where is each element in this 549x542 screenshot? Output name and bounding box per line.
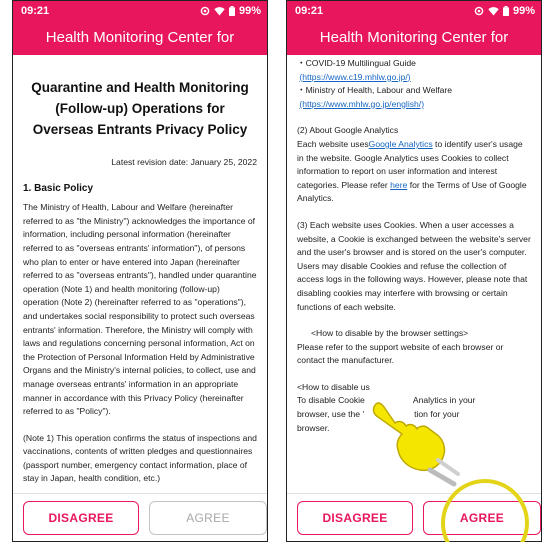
ga-disable-text: browser. [297,422,330,433]
app-bar-title: Health Monitoring Center for [13,21,267,55]
guide-item: ・COVID-19 Multilingual Guide [297,58,416,68]
battery-level: 99% [238,5,261,17]
status-bar: 09:21 99% [287,1,541,21]
ga-disable-text: browser, use the ' tion for your [297,409,460,420]
ga-heading: (2) About Google Analytics [297,125,399,136]
battery-icon [502,6,509,16]
mhlw-item: ・Ministry of Health, Labour and Welfare [297,85,453,96]
app-bar-title: Health Monitoring Center for [287,21,541,55]
status-time: 09:21 [295,5,324,17]
wifi-icon [488,7,499,16]
agree-button-disabled[interactable]: AGREE [149,501,267,535]
status-icons: 99% [200,1,261,21]
note-1-paragraph: (Note 1) This operation confirms the sta… [23,432,257,484]
browser-settings-heading: <How to disable by the browser settings> [311,328,469,339]
button-divider [13,493,267,494]
policy-content[interactable]: Quarantine and Health Monitoring (Follow… [13,55,267,491]
revision-date: Latest revision date: January 25, 2022 [111,157,257,167]
status-bar: 09:21 99% [13,1,267,21]
wifi-icon [214,7,225,16]
phone-screen-right: 09:21 99% Health Monitoring Center for ・… [286,0,542,542]
battery-icon [228,6,235,16]
button-divider [287,493,541,494]
status-time: 09:21 [21,5,50,17]
ga-disable-heading: <How to disable us [297,381,370,392]
mhlw-link[interactable]: (https://www.mhlw.go.jp/english/) [299,99,424,109]
agree-button[interactable]: AGREE [423,501,541,535]
policy-content[interactable]: ・COVID-19 Multilingual Guide (https://ww… [287,55,541,491]
disagree-button[interactable]: DISAGREE [297,501,413,535]
google-analytics-link[interactable]: Google Analytics [369,139,433,149]
basic-policy-paragraph: The Ministry of Health, Labour and Welfa… [23,202,257,417]
guide-link[interactable]: (https://www.c19.mhlw.go.jp/) [299,72,410,82]
disagree-button[interactable]: DISAGREE [23,501,139,535]
signal-icon [200,6,210,16]
ga-paragraph: Each website usesGoogle Analytics to ide… [297,138,531,206]
here-link[interactable]: here [390,180,407,190]
battery-level: 99% [512,5,535,17]
browser-settings-text: Please refer to the support website of e… [297,341,504,366]
policy-title: Quarantine and Health Monitoring (Follow… [31,80,249,137]
phone-screen-left: 09:21 99% Health Monitoring Center for Q… [12,0,268,542]
signal-icon [474,6,484,16]
section-heading-basic-policy: 1. Basic Policy [23,182,94,194]
cookies-paragraph: (3) Each website uses Cookies. When a us… [297,219,531,312]
ga-text: Each website uses [297,138,369,149]
status-icons: 99% [474,1,535,21]
ga-disable-text: To disable Cookie Analytics in your [297,395,476,406]
